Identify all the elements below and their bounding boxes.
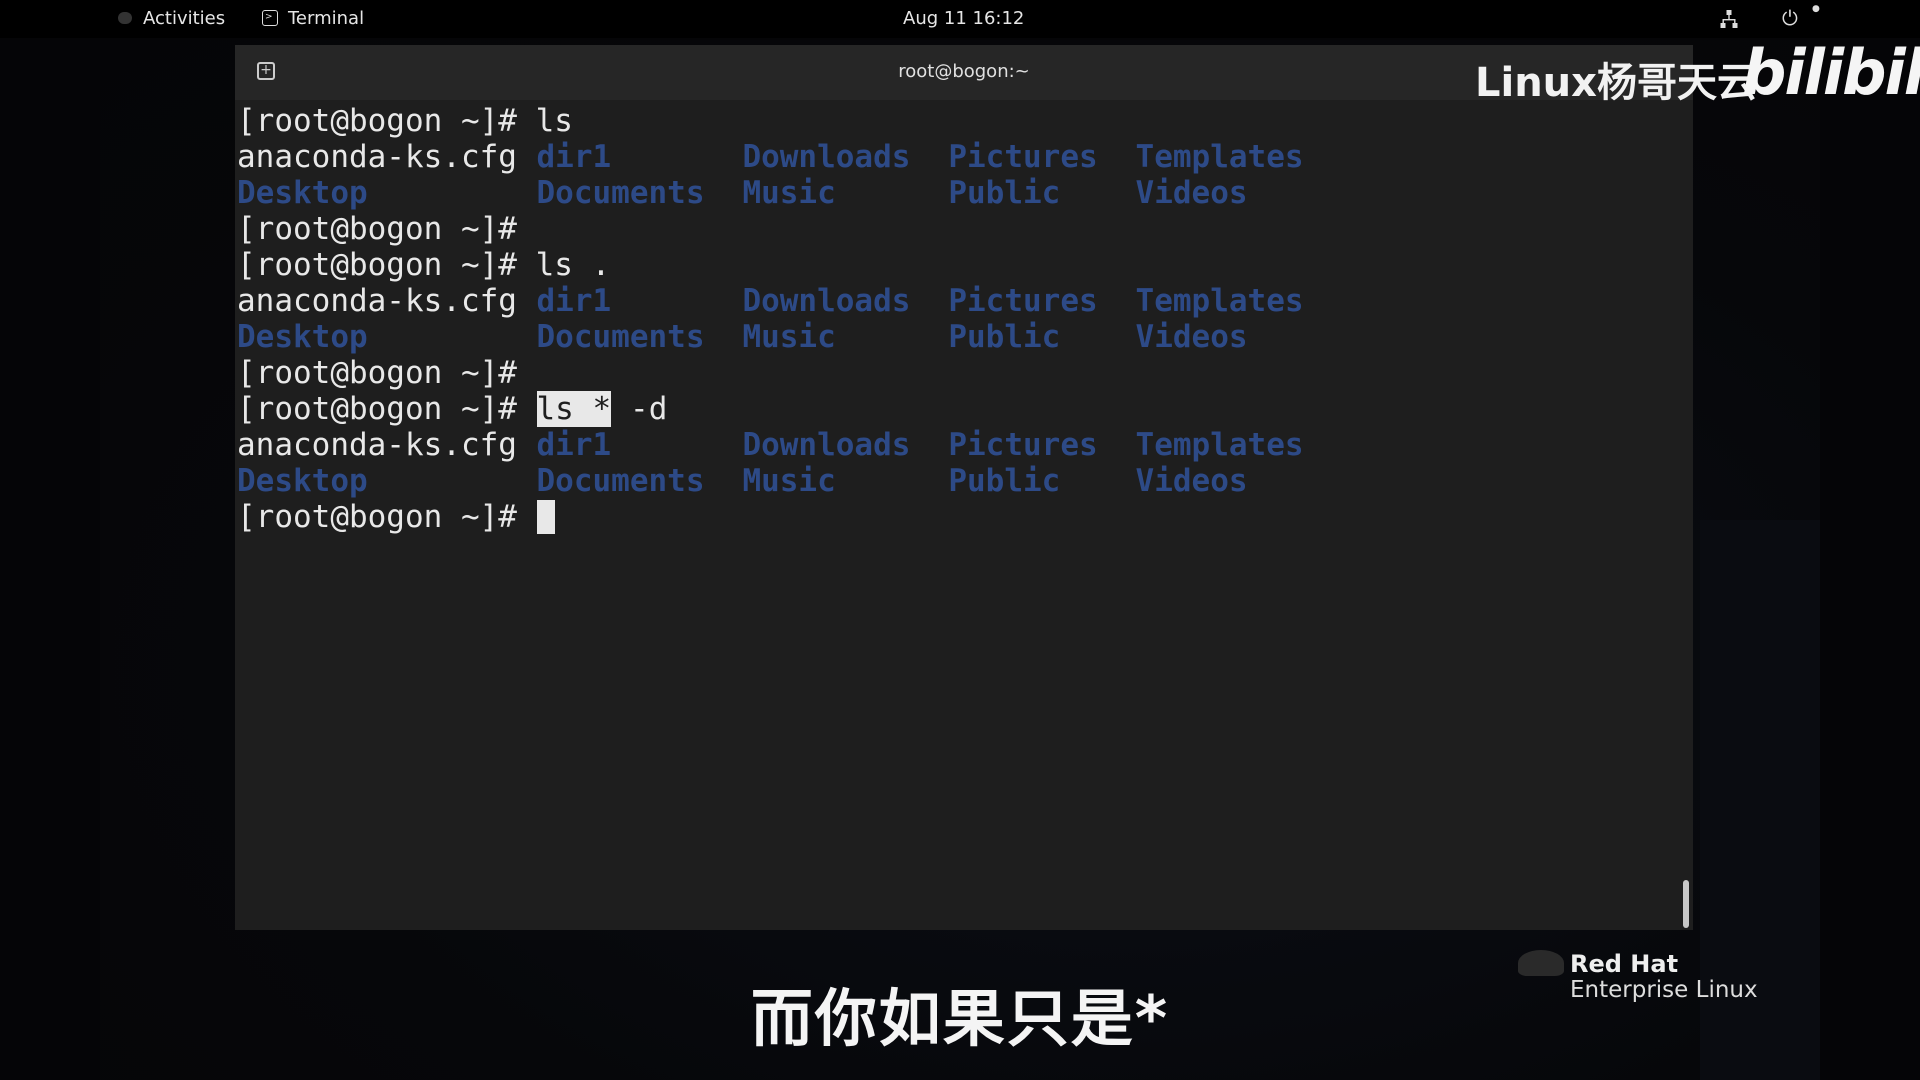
directory-entry: Videos <box>1135 175 1248 211</box>
directory-entry: Templates <box>1135 139 1304 175</box>
terminal-window: + root@bogon:~ [root@bogon ~]# ls anacond… <box>235 45 1693 930</box>
directory-entry: Music <box>742 175 836 211</box>
terminal-text: anaconda-ks.cfg <box>237 427 517 463</box>
top-bar: Activities > Terminal Aug 11 16:12 ⏻ ● <box>0 0 1920 38</box>
directory-entry: dir1 <box>536 283 612 319</box>
activities-button[interactable]: Activities <box>143 8 225 29</box>
terminal-text: [root@bogon ~]# <box>237 499 536 535</box>
terminal-line: [root@bogon ~]# ls <box>237 103 1657 139</box>
app-menu-button[interactable]: Terminal <box>288 8 364 29</box>
directory-entry: Documents <box>536 463 705 499</box>
status-dot-icon: ● <box>1812 4 1820 14</box>
directory-entry: Public <box>948 463 1061 499</box>
terminal-text: [root@bogon ~]# ls <box>237 103 573 139</box>
channel-watermark: Linux杨哥天云 <box>1475 60 1757 106</box>
terminal-line: [root@bogon ~]# <box>237 355 1657 391</box>
terminal-line: Desktop Documents Music Public Videos <box>237 175 1657 211</box>
directory-entry: Pictures <box>948 139 1098 175</box>
terminal-line: [root@bogon ~]# <box>237 211 1657 247</box>
activities-icon <box>118 12 132 24</box>
directory-entry: Public <box>948 319 1061 355</box>
terminal-line: anaconda-ks.cfg dir1 Downloads Pictures Temp… <box>237 283 1657 319</box>
directory-entry: Pictures <box>948 283 1098 319</box>
directory-entry: Downloads <box>742 427 911 463</box>
terminal-text: [root@bogon ~]# <box>237 211 517 247</box>
terminal-text: anaconda-ks.cfg <box>237 139 517 175</box>
directory-entry: Videos <box>1135 463 1248 499</box>
directory-entry: dir1 <box>536 427 612 463</box>
directory-entry: Downloads <box>742 139 911 175</box>
terminal-line: anaconda-ks.cfg dir1 Downloads Pictures Temp… <box>237 139 1657 175</box>
scrollbar-thumb[interactable] <box>1683 880 1689 928</box>
terminal-output[interactable]: [root@bogon ~]# ls anaconda-ks.cfg dir1 Dow… <box>237 103 1657 923</box>
terminal-text: -d <box>611 391 668 427</box>
terminal-line: [root@bogon ~]# ls . <box>237 247 1657 283</box>
directory-entry: Pictures <box>948 427 1098 463</box>
directory-entry: Music <box>742 463 836 499</box>
directory-entry: Desktop <box>237 319 368 355</box>
video-subtitle: 而你如果只是* <box>750 982 1170 1055</box>
directory-entry: Music <box>742 319 836 355</box>
directory-entry: Templates <box>1135 283 1304 319</box>
terminal-text: anaconda-ks.cfg <box>237 283 517 319</box>
terminal-text: [root@bogon ~]# <box>237 391 536 427</box>
network-icon[interactable] <box>1720 9 1738 33</box>
bilibili-logo: bilibili <box>1742 36 1920 109</box>
directory-entry: dir1 <box>536 139 612 175</box>
directory-entry: Desktop <box>237 463 368 499</box>
terminal-line: [root@bogon ~]# ls * -d <box>237 391 1657 427</box>
text-cursor <box>536 500 555 534</box>
terminal-text: [root@bogon ~]# ls . <box>237 247 611 283</box>
directory-entry: Public <box>948 175 1061 211</box>
clock-button[interactable]: Aug 11 16:12 <box>903 8 1024 29</box>
directory-entry: Documents <box>536 319 705 355</box>
terminal-app-icon: > <box>262 10 278 26</box>
terminal-line: anaconda-ks.cfg dir1 Downloads Pictures Temp… <box>237 427 1657 463</box>
directory-entry: Templates <box>1135 427 1304 463</box>
directory-entry: Videos <box>1135 319 1248 355</box>
terminal-line: [root@bogon ~]# <box>237 499 1657 535</box>
power-icon[interactable]: ⏻ <box>1782 6 1798 30</box>
terminal-line: Desktop Documents Music Public Videos <box>237 463 1657 499</box>
directory-entry: Downloads <box>742 283 911 319</box>
terminal-line: Desktop Documents Music Public Videos <box>237 319 1657 355</box>
selected-text: ls * <box>536 391 612 427</box>
terminal-text: [root@bogon ~]# <box>237 355 517 391</box>
directory-entry: Documents <box>536 175 705 211</box>
directory-entry: Desktop <box>237 175 368 211</box>
